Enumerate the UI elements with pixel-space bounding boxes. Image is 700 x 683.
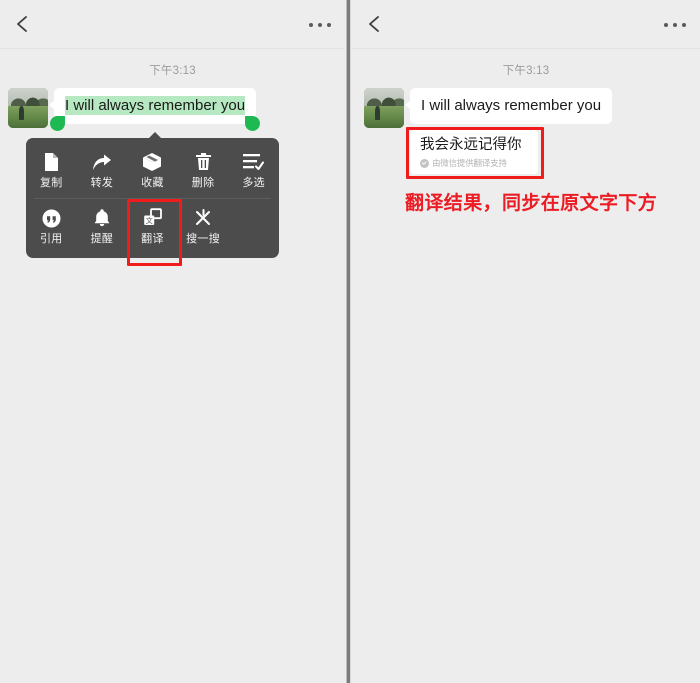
message-text: I will always remember you — [421, 97, 602, 114]
more-dot-3 — [682, 23, 686, 27]
more-dot-1 — [664, 23, 668, 27]
translation-card[interactable]: 我会永远记得你 由微信提供翻译支持 — [410, 130, 538, 174]
context-menu-label: 引用 — [39, 233, 63, 245]
message-bubble[interactable]: I will always remember you — [48, 88, 257, 124]
message-bubble-wrapper-right: I will always remember you — [404, 88, 613, 124]
panel-divider — [346, 0, 351, 683]
left-screenshot-panel: 下午3:13 I will always remember you 复制 转发 … — [0, 0, 345, 683]
context-menu-label: 删除 — [191, 177, 215, 189]
right-screenshot-panel: 下午3:13 I will always remember you 我会永远记得… — [352, 0, 700, 683]
message-bubble-wrapper-left: I will always remember you — [48, 88, 261, 131]
avatar[interactable] — [8, 88, 48, 128]
nav-separator-left — [0, 48, 345, 49]
context-menu-label: 搜一搜 — [186, 233, 221, 245]
trash-icon — [178, 151, 229, 173]
context-menu-label: 翻译 — [141, 233, 164, 245]
back-button[interactable] — [364, 13, 386, 35]
more-options-button[interactable] — [309, 22, 331, 28]
svg-text:文: 文 — [146, 216, 153, 225]
more-dot-3 — [327, 23, 331, 27]
bell-icon — [77, 207, 128, 229]
more-dot-1 — [309, 23, 313, 27]
message-context-menu: 复制 转发 收藏 删除 多选 引用 提醒 文 翻译 搜一搜 — [26, 132, 279, 258]
multi-select-icon — [228, 151, 279, 173]
avatar[interactable] — [364, 88, 404, 128]
context-menu-item-remind[interactable]: 提醒 — [77, 201, 128, 252]
avatar-field — [364, 106, 404, 128]
context-menu-label: 复制 — [39, 177, 63, 189]
message-row-right: I will always remember you — [364, 88, 613, 128]
avatar-person — [375, 106, 381, 120]
context-menu-item-forward[interactable]: 转发 — [77, 145, 128, 196]
selection-handle-right[interactable] — [245, 116, 261, 131]
translation-text: 我会永远记得你 — [420, 137, 522, 153]
nav-bar-left — [0, 0, 345, 48]
message-timestamp-left: 下午3:13 — [149, 65, 196, 77]
context-menu-item-quote[interactable]: 引用 — [26, 201, 77, 252]
check-badge-icon — [420, 158, 429, 168]
more-options-button[interactable] — [664, 22, 686, 28]
context-menu-item-multiselect[interactable]: 多选 — [228, 145, 279, 196]
context-menu-divider — [34, 198, 271, 199]
message-text-selected: I will always remember you — [65, 96, 246, 115]
context-menu-row-2: 引用 提醒 文 翻译 搜一搜 — [26, 201, 279, 252]
screenshot-root: 下午3:13 I will always remember you 复制 转发 … — [0, 0, 700, 683]
back-button[interactable] — [12, 13, 34, 35]
nav-bar-right — [352, 0, 700, 48]
context-menu-label: 转发 — [90, 177, 114, 189]
more-dot-2 — [673, 23, 677, 27]
context-menu-item-translate[interactable]: 文 翻译 — [127, 201, 178, 252]
message-row-left: I will always remember you — [8, 88, 261, 131]
translation-provider-row: 由微信提供翻译支持 — [420, 157, 528, 169]
forward-arrow-icon — [77, 151, 128, 173]
nav-separator-right — [352, 48, 700, 49]
copy-icon — [26, 151, 77, 173]
avatar-person — [19, 106, 25, 120]
more-dot-2 — [318, 23, 322, 27]
context-menu-label: 多选 — [242, 177, 265, 189]
context-menu-item-favorite[interactable]: 收藏 — [127, 145, 178, 196]
context-menu-row-1: 复制 转发 收藏 删除 多选 — [26, 145, 279, 196]
quote-icon — [26, 207, 77, 229]
favorite-box-icon — [127, 151, 178, 173]
context-menu-item-delete[interactable]: 删除 — [178, 145, 229, 196]
avatar-field — [8, 106, 48, 128]
annotation-caption: 翻译结果，同步在原文字下方 — [405, 193, 658, 214]
context-menu-label: 提醒 — [90, 233, 114, 245]
translate-icon: 文 — [127, 207, 178, 229]
message-timestamp-right: 下午3:13 — [502, 65, 550, 77]
search-burst-icon — [178, 207, 229, 229]
context-menu-item-copy[interactable]: 复制 — [26, 145, 77, 196]
message-bubble[interactable]: I will always remember you — [404, 88, 613, 124]
context-menu-item-search[interactable]: 搜一搜 — [178, 201, 229, 252]
selection-handle-left[interactable] — [50, 116, 65, 131]
context-menu-label: 收藏 — [141, 177, 164, 189]
translation-provider-label: 由微信提供翻译支持 — [432, 158, 507, 168]
